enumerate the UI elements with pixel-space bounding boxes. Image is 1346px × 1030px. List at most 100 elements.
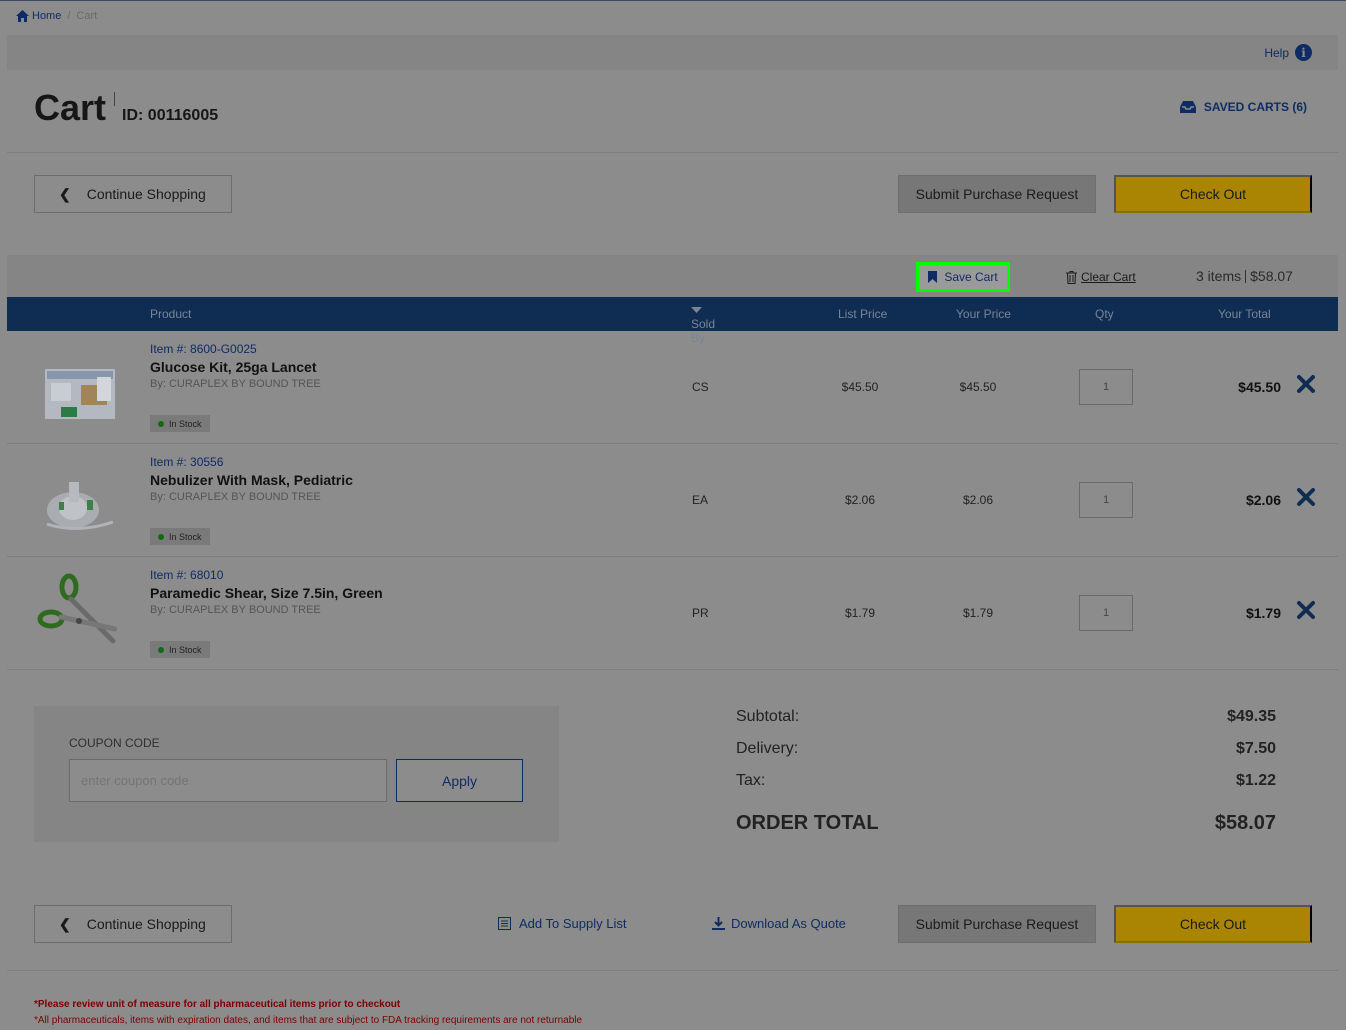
stock-badge: In Stock	[150, 528, 210, 545]
quantity-input[interactable]: 1	[1079, 595, 1133, 631]
status-dot-icon	[158, 533, 164, 540]
chevron-left-icon: ❮	[59, 185, 71, 202]
order-total-label: ORDER TOTAL	[736, 812, 879, 834]
cart-id: ID: 00116005	[122, 107, 219, 124]
quantity-input[interactable]: 1	[1079, 482, 1133, 518]
top-border	[0, 0, 1346, 1]
stock-label: In Stock	[169, 644, 202, 655]
trash-icon	[1066, 270, 1077, 284]
add-to-supply-list-label: Add To Supply List	[519, 916, 627, 931]
save-cart-button[interactable]: Save Cart	[916, 262, 1010, 292]
item-number-link[interactable]: Item #: 8600-G0025	[150, 342, 257, 356]
nebulizer-mask-image[interactable]	[37, 460, 117, 540]
chevron-left-icon: ❮	[59, 915, 71, 932]
table-row: Item #: 8600-G0025 Glucose Kit, 25ga Lan…	[7, 331, 1338, 444]
non-returnable-notice: *All pharmaceuticals, items with expirat…	[34, 1015, 583, 1026]
subtotal-label: Subtotal:	[736, 708, 800, 725]
product-brand: By: CURAPLEX BY BOUND TREE	[150, 378, 321, 390]
sold-by-unit: CS	[692, 380, 709, 394]
glucose-kit-image[interactable]	[37, 347, 117, 427]
breadcrumb-home-label: Home	[32, 10, 62, 22]
stock-label: In Stock	[169, 531, 202, 542]
list-price: $1.79	[844, 606, 876, 620]
bookmark-icon	[928, 271, 938, 283]
remove-item-icon[interactable]	[1294, 372, 1318, 396]
remove-item-icon[interactable]	[1294, 598, 1318, 622]
divider	[7, 970, 1338, 971]
quantity-input[interactable]: 1	[1079, 369, 1133, 405]
help-bar: Help i	[7, 35, 1338, 70]
clear-cart-label: Clear Cart	[1081, 270, 1136, 284]
list-price: $45.50	[841, 380, 879, 394]
divider	[7, 152, 1338, 153]
saved-carts-link[interactable]: SAVED CARTS (6)	[1179, 100, 1307, 114]
coupon-code-input[interactable]	[69, 759, 387, 802]
col-product: Product	[150, 307, 192, 321]
stock-badge: In Stock	[150, 641, 210, 658]
status-dot-icon	[158, 420, 164, 427]
list-price: $2.06	[844, 493, 876, 507]
home-icon	[16, 10, 29, 22]
table-row: Item #: 68010 Paramedic Shear, Size 7.5i…	[7, 557, 1338, 670]
apply-coupon-button[interactable]: Apply	[396, 759, 523, 802]
order-total-value: $58.07	[1214, 812, 1276, 834]
help-link[interactable]: Help i	[1264, 44, 1312, 61]
clear-cart-button[interactable]: Clear Cart	[1066, 270, 1136, 284]
download-as-quote-link[interactable]: Download As Quote	[712, 916, 846, 931]
col-qty: Qty	[1095, 307, 1114, 321]
product-name-link[interactable]: Paramedic Shear, Size 7.5in, Green	[150, 585, 383, 601]
remove-item-icon[interactable]	[1294, 485, 1318, 509]
sold-by-unit: EA	[692, 493, 709, 507]
col-sold-by[interactable]: Sold By	[691, 307, 715, 345]
add-to-supply-list-link[interactable]: Add To Supply List	[498, 916, 626, 931]
product-name-link[interactable]: Glucose Kit, 25ga Lancet	[150, 359, 317, 375]
subtotal-value: $49.35	[1227, 708, 1276, 725]
save-cart-label: Save Cart	[944, 270, 998, 284]
cart-summary: 3 items $58.07	[1196, 268, 1293, 284]
breadcrumb-home-link[interactable]: Home	[16, 10, 61, 22]
line-total: $45.50	[1238, 379, 1281, 395]
list-icon	[498, 917, 511, 930]
table-header: Product Sold By List Price Your Price Qt…	[7, 297, 1338, 345]
cart-toolbar	[7, 255, 1338, 297]
continue-shopping-button[interactable]: ❮ Continue Shopping	[34, 175, 232, 213]
submit-purchase-request-button[interactable]: Submit Purchase Request	[898, 175, 1096, 213]
continue-shopping-label: Continue Shopping	[86, 186, 206, 202]
caret-down-icon	[691, 307, 702, 313]
table-row: Item #: 30556 Nebulizer With Mask, Pedia…	[7, 444, 1338, 557]
items-total: $58.07	[1250, 268, 1293, 284]
your-price: $2.06	[962, 493, 994, 507]
delivery-value: $7.50	[1235, 740, 1276, 757]
download-as-quote-label: Download As Quote	[731, 916, 846, 931]
page-title: Cart ID: 00116005	[34, 90, 218, 126]
coupon-panel: COUPON CODE Apply	[34, 706, 559, 842]
tax-label: Tax:	[736, 772, 766, 789]
check-out-button[interactable]: Check Out	[1114, 175, 1312, 213]
items-count: 3 items	[1196, 268, 1242, 284]
your-price: $45.50	[959, 380, 997, 394]
col-your-price: Your Price	[956, 307, 1011, 321]
stock-label: In Stock	[169, 418, 202, 429]
tax-value: $1.22	[1235, 772, 1276, 789]
shears-image[interactable]	[37, 573, 117, 653]
submit-purchase-request-button-bottom[interactable]: Submit Purchase Request	[898, 905, 1096, 943]
info-icon: i	[1295, 44, 1312, 61]
status-dot-icon	[158, 646, 164, 653]
line-total: $2.06	[1245, 492, 1281, 508]
help-label: Help	[1264, 45, 1289, 60]
product-brand: By: CURAPLEX BY BOUND TREE	[150, 491, 321, 503]
breadcrumb-separator: /	[67, 10, 71, 22]
stock-badge: In Stock	[150, 415, 210, 432]
continue-shopping-button-bottom[interactable]: ❮ Continue Shopping	[34, 905, 232, 943]
continue-shopping-label: Continue Shopping	[86, 916, 206, 932]
cart-heading: Cart	[34, 87, 107, 128]
item-number-link[interactable]: Item #: 68010	[150, 568, 223, 582]
check-out-button-bottom[interactable]: Check Out	[1114, 905, 1312, 943]
product-name-link[interactable]: Nebulizer With Mask, Pediatric	[150, 472, 353, 488]
your-price: $1.79	[962, 606, 994, 620]
item-number-link[interactable]: Item #: 30556	[150, 455, 223, 469]
line-total: $1.79	[1245, 605, 1281, 621]
col-list-price: List Price	[838, 307, 888, 321]
download-icon	[712, 917, 725, 930]
breadcrumb: Home / Cart	[16, 10, 97, 22]
